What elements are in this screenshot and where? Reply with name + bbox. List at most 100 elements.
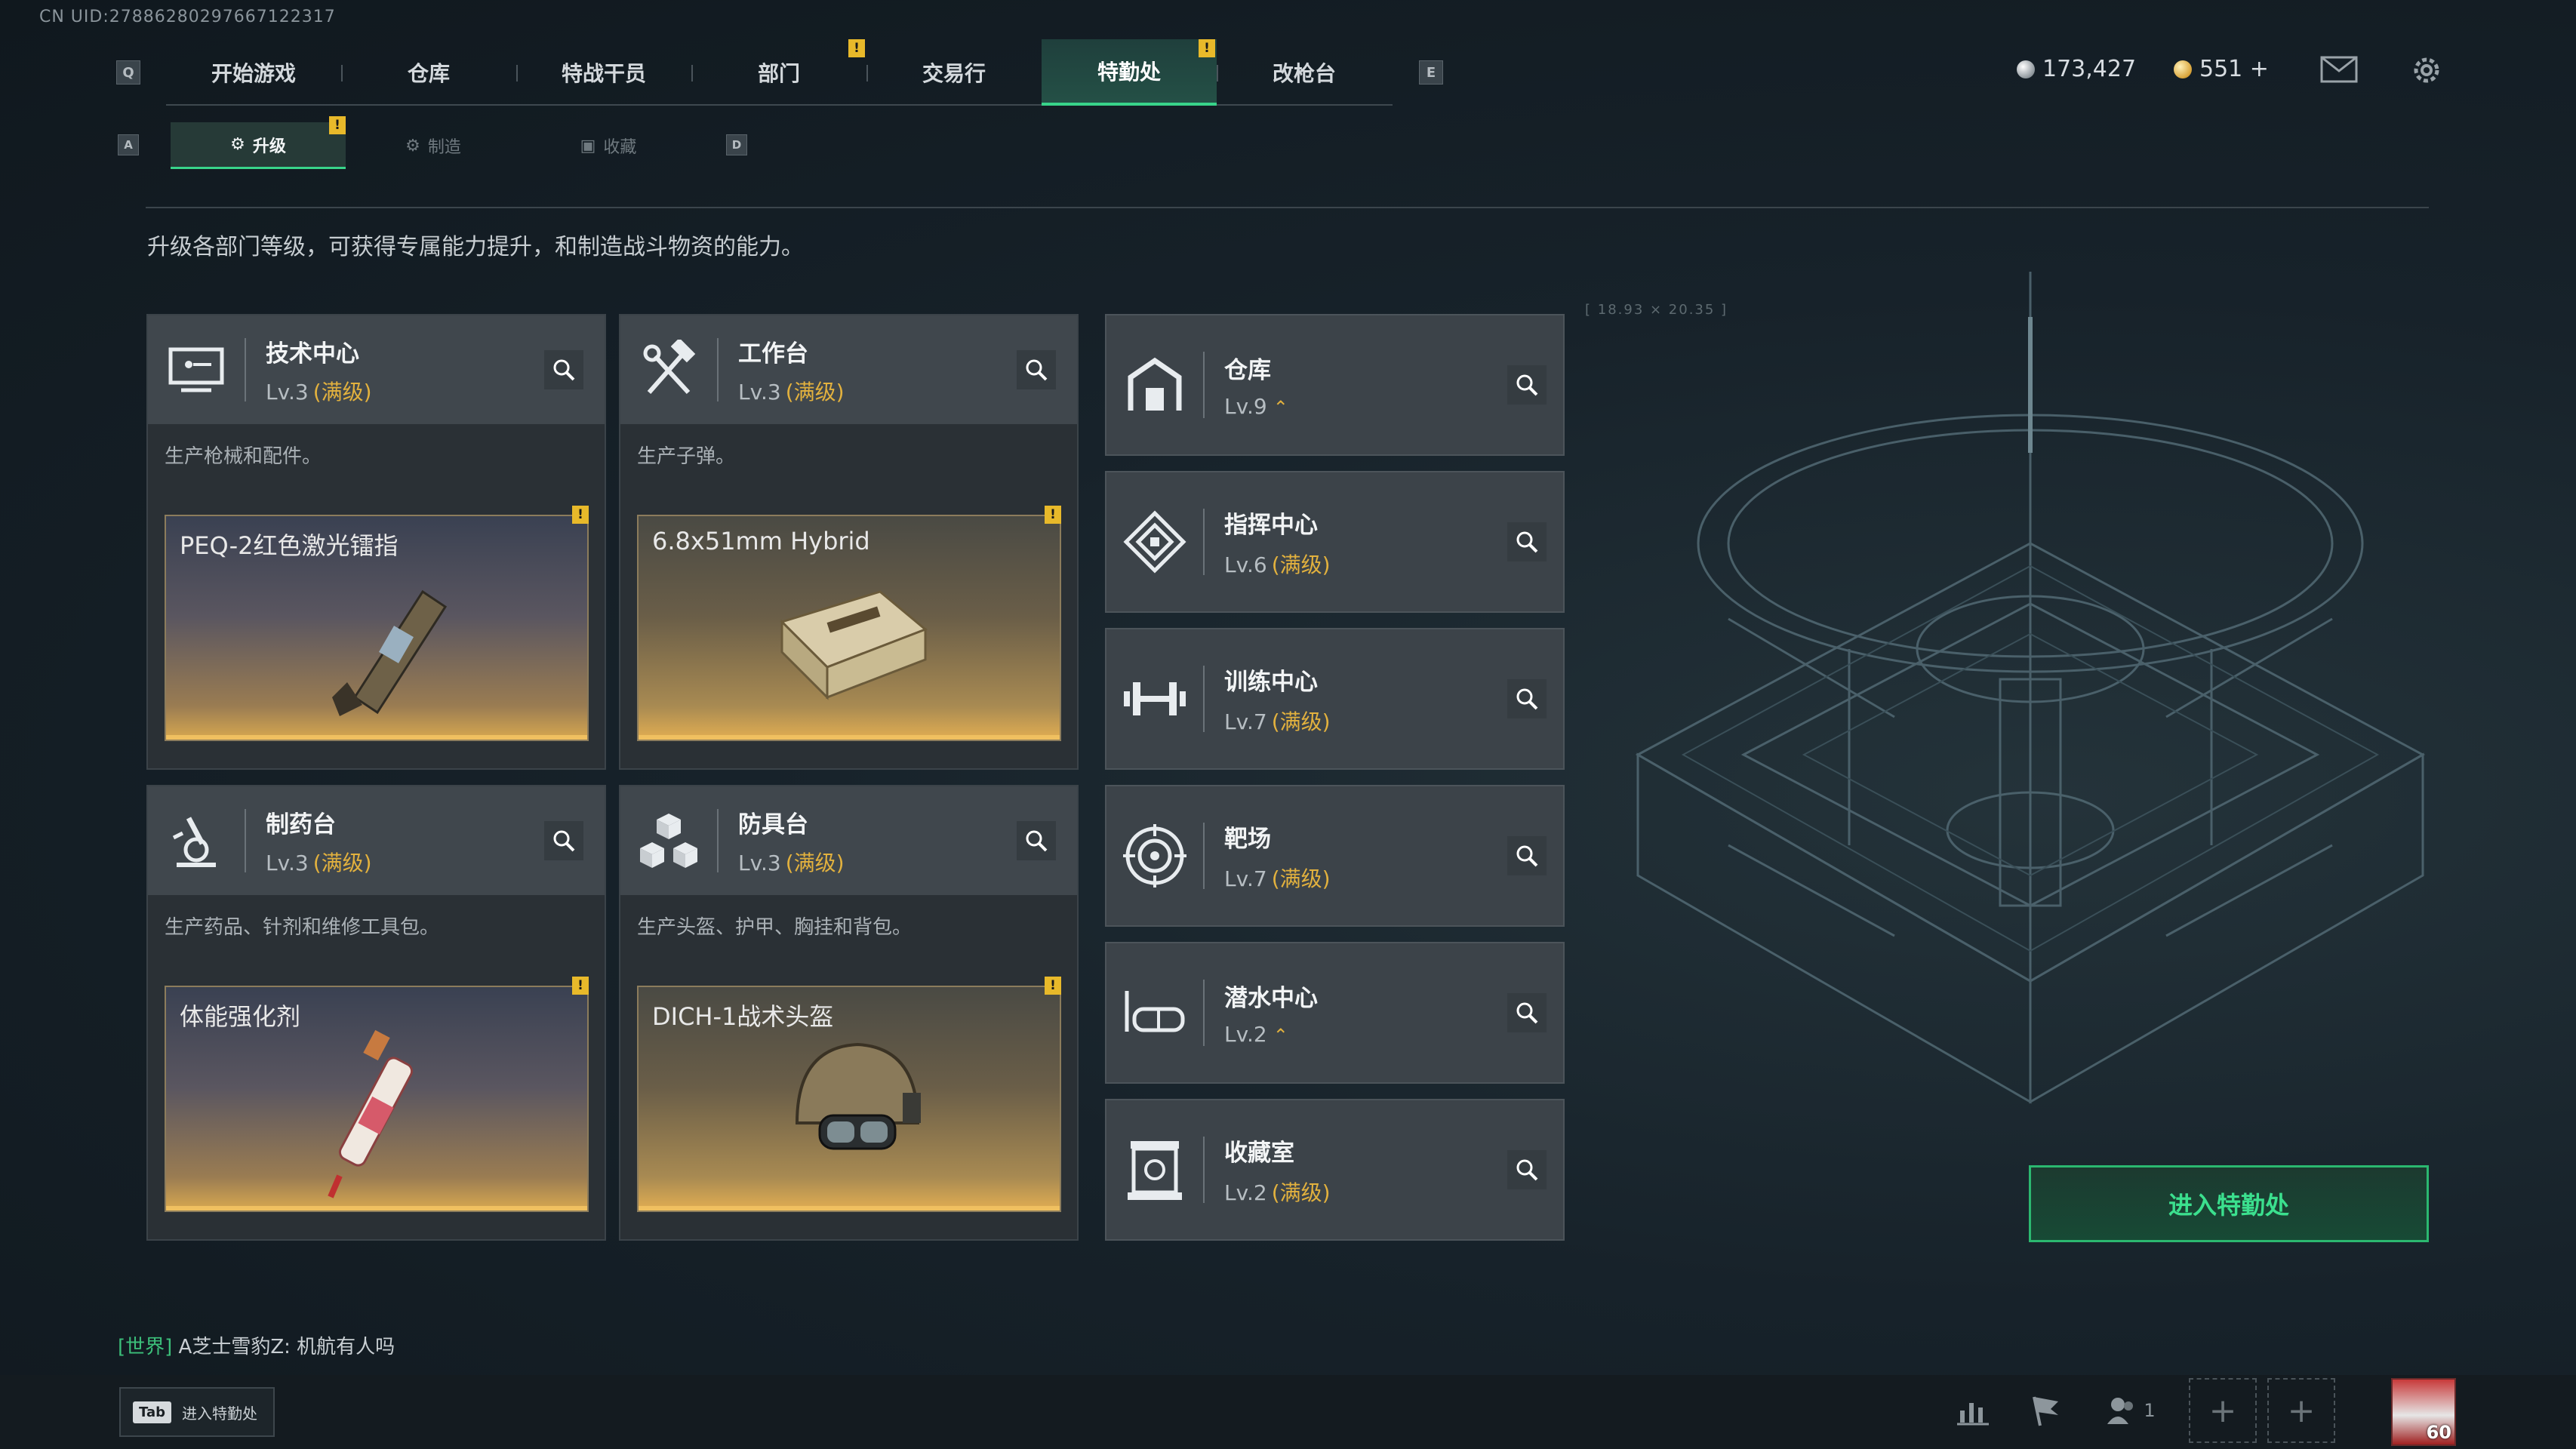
max-level-tag: (满级) bbox=[785, 379, 845, 405]
tab-shortcut-hint[interactable]: Tab 进入特勤处 bbox=[119, 1387, 275, 1437]
max-level-tag: (满级) bbox=[785, 850, 845, 875]
divider bbox=[146, 207, 2429, 208]
card-title: 工作台 bbox=[738, 340, 808, 368]
facility-warehouse[interactable]: 仓库 Lv.9 ⌃ bbox=[1105, 314, 1565, 456]
plus-icon: + bbox=[2208, 1391, 2237, 1430]
subtab-collection[interactable]: ▣ 收藏 bbox=[521, 122, 696, 169]
search-icon[interactable] bbox=[1507, 365, 1547, 405]
dept-card-workbench[interactable]: 工作台 Lv.3 (满级) 生产子弹。 6.8x51mm Hybrid ! bbox=[619, 314, 1079, 770]
max-level-tag: (满级) bbox=[312, 379, 372, 405]
facility-title: 训练中心 bbox=[1224, 668, 1318, 696]
top-nav: 开始游戏 仓库 特战干员 部门 ! 交易行 特勤处 ! 改枪台 bbox=[166, 39, 1393, 106]
sub-nav: ⚙ 升级 ! ⚙ 制造 ▣ 收藏 bbox=[171, 116, 696, 169]
product-slot[interactable]: 6.8x51mm Hybrid ! bbox=[637, 506, 1061, 741]
search-icon[interactable] bbox=[1507, 679, 1547, 718]
warehouse-icon bbox=[1106, 314, 1203, 456]
tab-department[interactable]: 部门 ! bbox=[691, 39, 866, 106]
tab-start-game[interactable]: 开始游戏 bbox=[166, 39, 341, 106]
tab-label: 部门 bbox=[757, 61, 800, 86]
dept-card-armor[interactable]: 防具台 Lv.3 (满级) 生产头盔、护甲、胸挂和背包。 DICH-1战术头盔 ! bbox=[619, 785, 1079, 1241]
product-name: 6.8x51mm Hybrid bbox=[652, 527, 870, 555]
settings-gear-icon[interactable] bbox=[2409, 53, 2444, 91]
tab-special-ops[interactable]: 特勤处 ! bbox=[1042, 39, 1217, 106]
plus-icon: + bbox=[2287, 1391, 2316, 1430]
facility-level: Lv.7 bbox=[1224, 866, 1267, 891]
enter-special-ops-button[interactable]: 进入特勤处 bbox=[2029, 1165, 2429, 1242]
product-slot[interactable]: PEQ-2红色激光镭指 ! bbox=[165, 506, 589, 741]
subtab-label: 收藏 bbox=[603, 138, 637, 157]
tab-label: 特战干员 bbox=[561, 61, 646, 86]
friends-icon bbox=[2107, 1398, 2134, 1424]
dept-card-pharmacy[interactable]: 制药台 Lv.3 (满级) 生产药品、针剂和维修工具包。 体能强化剂 ! bbox=[146, 785, 606, 1241]
next-tab-key[interactable]: E bbox=[1419, 60, 1443, 85]
card-level: Lv.3 bbox=[738, 850, 781, 875]
collection-icon: ▣ bbox=[580, 136, 596, 155]
card-level: Lv.3 bbox=[738, 379, 781, 405]
facility-title: 潜水中心 bbox=[1224, 985, 1318, 1012]
page-description: 升级各部门等级，可获得专属能力提升，和制造战斗物资的能力。 bbox=[147, 234, 804, 260]
search-icon[interactable] bbox=[1507, 993, 1547, 1032]
player-avatar[interactable]: 60 bbox=[2391, 1378, 2456, 1446]
search-icon[interactable] bbox=[1507, 836, 1547, 875]
product-slot[interactable]: DICH-1战术头盔 ! bbox=[637, 977, 1061, 1212]
flag-icon[interactable] bbox=[2009, 1378, 2082, 1443]
tab-label: 特勤处 bbox=[1097, 60, 1161, 85]
facility-title: 指挥中心 bbox=[1224, 511, 1318, 539]
tab-operators[interactable]: 特战干员 bbox=[516, 39, 691, 106]
gold-currency[interactable]: 551 + bbox=[2174, 56, 2269, 82]
upgrade-arrow-icon: ⌃ bbox=[1273, 397, 1288, 418]
alert-badge: ! bbox=[572, 977, 589, 995]
facility-diving-center[interactable]: 潜水中心 Lv.2 ⌃ bbox=[1105, 942, 1565, 1084]
monitor-icon bbox=[148, 315, 245, 424]
mail-icon[interactable] bbox=[2320, 56, 2358, 86]
facility-command-center[interactable]: 指挥中心 Lv.6 (满级) bbox=[1105, 471, 1565, 613]
product-slot[interactable]: 体能强化剂 ! bbox=[165, 977, 589, 1212]
alert-badge: ! bbox=[848, 39, 865, 57]
product-name: 体能强化剂 bbox=[180, 1002, 301, 1031]
tab-market[interactable]: 交易行 bbox=[866, 39, 1042, 106]
max-level-tag: (满级) bbox=[312, 850, 372, 875]
friends-button[interactable]: 1 bbox=[2082, 1378, 2180, 1443]
max-level-tag: (满级) bbox=[1271, 552, 1331, 577]
card-title: 防具台 bbox=[738, 811, 808, 838]
dept-card-tech-center[interactable]: 技术中心 Lv.3 (满级) 生产枪械和配件。 PEQ-2红色激光镭指 ! bbox=[146, 314, 606, 770]
add-teammate-slot-2[interactable]: + bbox=[2267, 1378, 2335, 1443]
facility-training-center[interactable]: 训练中心 Lv.7 (满级) bbox=[1105, 628, 1565, 770]
chat-channel: [世界] bbox=[118, 1336, 173, 1358]
max-level-tag: (满级) bbox=[1271, 709, 1331, 734]
add-teammate-slot-1[interactable]: + bbox=[2189, 1378, 2257, 1443]
next-subtab-key[interactable]: D bbox=[726, 134, 747, 155]
facility-collection-room[interactable]: 收藏室 Lv.2 (满级) bbox=[1105, 1099, 1565, 1241]
facility-level: Lv.6 bbox=[1224, 552, 1267, 577]
base-wireframe-illustration bbox=[1635, 272, 2426, 1104]
bottom-toolbar: 1 + + bbox=[1937, 1378, 2335, 1443]
player-uid: CN UID:27886280297667122317 bbox=[39, 8, 336, 26]
diving-mask-icon bbox=[1106, 942, 1203, 1084]
stats-bar-chart-icon[interactable] bbox=[1937, 1378, 2009, 1443]
prev-subtab-key[interactable]: A bbox=[118, 134, 139, 155]
tab-hint-label: 进入特勤处 bbox=[182, 1404, 257, 1423]
card-level: Lv.3 bbox=[266, 850, 309, 875]
search-icon[interactable] bbox=[1507, 522, 1547, 561]
tab-warehouse[interactable]: 仓库 bbox=[341, 39, 516, 106]
alert-badge: ! bbox=[1045, 977, 1061, 995]
injector-icon bbox=[328, 1029, 414, 1198]
alert-badge: ! bbox=[572, 506, 589, 524]
facility-shooting-range[interactable]: 靶场 Lv.7 (满级) bbox=[1105, 785, 1565, 927]
prev-tab-key[interactable]: Q bbox=[116, 60, 140, 85]
alert-badge: ! bbox=[1045, 506, 1061, 524]
tab-label: 仓库 bbox=[407, 61, 450, 86]
card-description: 生产枪械和配件。 bbox=[165, 445, 322, 468]
subtab-label: 制造 bbox=[427, 138, 461, 157]
search-icon[interactable] bbox=[1017, 821, 1056, 860]
search-icon[interactable] bbox=[544, 350, 583, 389]
subtab-upgrade[interactable]: ⚙ 升级 ! bbox=[171, 116, 346, 169]
tab-gunsmith[interactable]: 改枪台 bbox=[1217, 39, 1392, 106]
search-icon[interactable] bbox=[544, 821, 583, 860]
search-icon[interactable] bbox=[1507, 1150, 1547, 1189]
subtab-craft[interactable]: ⚙ 制造 bbox=[346, 122, 521, 169]
chat-message[interactable]: [世界] A芝士雪豹Z: 机航有人吗 bbox=[118, 1331, 395, 1359]
search-icon[interactable] bbox=[1017, 350, 1056, 389]
ammo-box-icon bbox=[780, 590, 928, 700]
card-description: 生产药品、针剂和维修工具包。 bbox=[165, 916, 440, 939]
